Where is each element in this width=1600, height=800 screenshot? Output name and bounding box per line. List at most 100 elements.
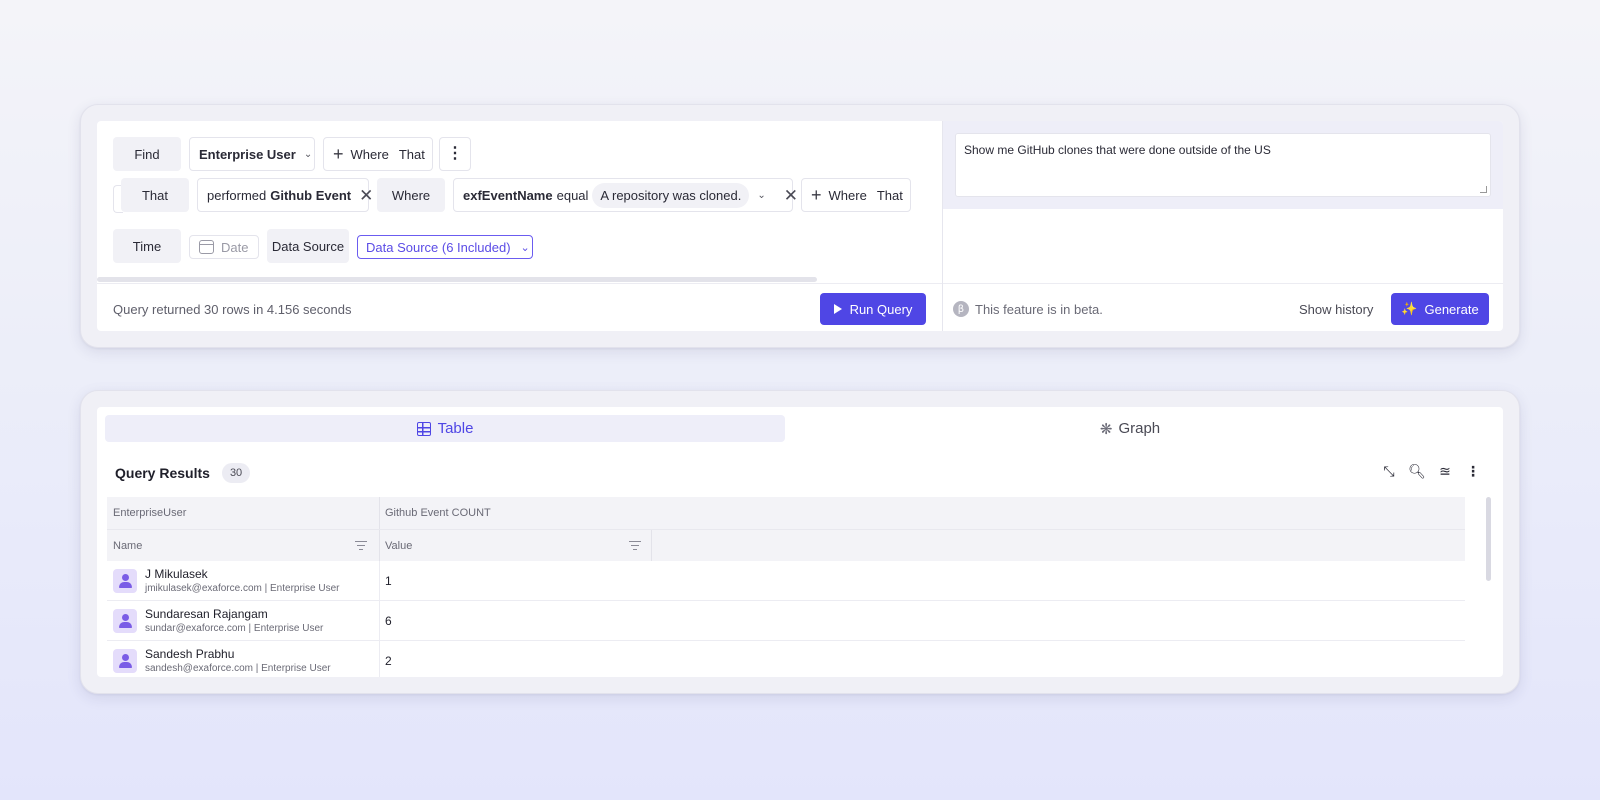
column-header-name[interactable]: Name <box>107 530 379 562</box>
table-row[interactable]: Sundaresan Rajangam sundar@exaforce.com … <box>107 601 1465 641</box>
user-name: J Mikulasek <box>145 567 208 581</box>
avatar <box>113 649 137 673</box>
user-icon <box>121 654 129 661</box>
user-icon-body <box>118 662 132 668</box>
results-title: Query Results <box>115 465 210 481</box>
filter-condition-chip[interactable]: exfEventName equal A repository was clon… <box>453 178 798 212</box>
results-count-badge: 30 <box>221 463 251 483</box>
run-query-label: Run Query <box>849 301 913 317</box>
find-label-text: Find <box>134 146 160 162</box>
user-meta: sundar@exaforce.com | Enterprise User <box>145 623 324 634</box>
action-prefix: performed <box>207 187 267 203</box>
date-picker[interactable]: Date <box>189 235 259 259</box>
plus-icon: + <box>333 144 344 164</box>
tab-graph[interactable]: ❋ Graph <box>785 415 1475 442</box>
entity-select[interactable]: Enterprise User ⌄ <box>189 137 315 171</box>
user-icon <box>121 574 129 581</box>
user-icon <box>121 614 129 621</box>
search-icon[interactable]: 🔍︎ <box>1408 464 1426 480</box>
column-header-row: Name Value <box>107 529 1465 561</box>
collapse-icon[interactable]: ⤡ <box>1381 464 1397 480</box>
beta-notice: This feature is in beta. <box>975 302 1103 317</box>
results-panel: Table ❋ Graph Query Results 30 ⤡ 🔍︎ ≊ ⋮ … <box>97 407 1503 677</box>
time-label: Time <box>113 229 181 263</box>
tab-table[interactable]: Table <box>105 415 785 442</box>
find-label: Find <box>113 137 181 171</box>
filter-icon[interactable] <box>355 541 367 551</box>
column-separator <box>651 530 652 561</box>
show-history-link[interactable]: Show history <box>1299 302 1373 317</box>
close-icon[interactable]: ✕ <box>784 187 798 204</box>
beta-icon-glyph: β <box>957 303 965 315</box>
assistant-footer: β This feature is in beta. Show history … <box>943 283 1503 331</box>
prompt-textarea[interactable]: Show me GitHub clones that were done out… <box>955 133 1491 197</box>
close-icon[interactable]: ✕ <box>359 187 373 204</box>
column-header-value[interactable]: Value <box>379 530 651 562</box>
results-card: Table ❋ Graph Query Results 30 ⤡ 🔍︎ ≊ ⋮ … <box>80 390 1520 694</box>
event-count-value: 6 <box>385 614 392 628</box>
group-header-github-count: Github Event COUNT <box>379 497 651 529</box>
user-meta: sandesh@exaforce.com | Enterprise User <box>145 663 331 674</box>
add-that-label: That <box>398 146 425 162</box>
view-tabs: Table ❋ Graph <box>105 415 1495 442</box>
action-event: Github Event <box>270 187 352 203</box>
density-icon[interactable]: ≊ <box>1437 464 1453 480</box>
graph-icon: ❋ <box>1099 419 1113 438</box>
column-separator <box>379 561 380 600</box>
add-where-that-button-2[interactable]: + Where That <box>801 178 911 212</box>
group-header-text: EnterpriseUser <box>113 507 187 519</box>
event-count-value: 2 <box>385 654 392 668</box>
resize-handle[interactable] <box>1480 186 1487 193</box>
filter-icon[interactable] <box>629 541 641 551</box>
kebab-menu-icon[interactable]: ⋮ <box>1465 464 1481 480</box>
prompt-text: Show me GitHub clones that were done out… <box>964 143 1271 157</box>
filter-field: exfEventName <box>463 187 553 203</box>
horizontal-scrollbar[interactable] <box>97 277 817 282</box>
add-where-that-button[interactable]: + Where That <box>323 137 433 171</box>
user-icon-body <box>118 582 132 588</box>
add-that-label: That <box>876 187 903 203</box>
run-query-button[interactable]: Run Query <box>820 293 926 325</box>
event-condition-chip[interactable]: performed Github Event ✕ <box>197 178 373 212</box>
entity-value: Enterprise User <box>199 146 296 162</box>
column-separator <box>379 641 380 677</box>
magic-wand-icon: ✨ <box>1401 301 1418 317</box>
group-header-text: Github Event COUNT <box>385 507 491 519</box>
vertical-scrollbar[interactable] <box>1486 497 1491 581</box>
add-where-label: Where <box>828 187 867 203</box>
calendar-icon <box>199 240 214 254</box>
that-label-text: That <box>141 187 168 203</box>
avatar <box>113 609 137 633</box>
assistant-prompt-area: Show me GitHub clones that were done out… <box>943 121 1503 209</box>
query-footer: Query returned 30 rows in 4.156 seconds … <box>97 283 942 331</box>
chevron-down-icon: ⌄ <box>520 241 530 254</box>
data-source-select[interactable]: Data Source (6 Included) ⌄ <box>357 235 533 259</box>
data-source-label-text: Data Source <box>271 238 345 254</box>
event-count-value: 1 <box>385 574 392 588</box>
tab-table-label: Table <box>437 420 474 437</box>
filter-operator: equal <box>556 187 589 203</box>
generate-button[interactable]: ✨ Generate <box>1391 293 1489 325</box>
generate-label: Generate <box>1424 301 1479 317</box>
group-header-row: EnterpriseUser Github Event COUNT <box>107 497 1465 529</box>
more-options-button[interactable]: ⋮ <box>439 137 471 171</box>
table-row[interactable]: Sandesh Prabhu sandesh@exaforce.com | En… <box>107 641 1465 677</box>
query-builder-card: Find Enterprise User ⌄ + Where That ⋮ Th… <box>80 104 1520 348</box>
group-header-enterpriseuser: EnterpriseUser <box>107 497 379 529</box>
date-placeholder: Date <box>221 239 249 255</box>
query-builder-panel: Find Enterprise User ⌄ + Where That ⋮ Th… <box>97 121 1503 331</box>
where-label: Where <box>377 178 445 212</box>
table-row[interactable]: J Mikulasek jmikulasek@exaforce.com | En… <box>107 561 1465 601</box>
results-toolbar: ⤡ 🔍︎ ≊ ⋮ <box>1381 464 1481 480</box>
column-header-text: Name <box>113 540 143 552</box>
tab-graph-label: Graph <box>1118 420 1161 437</box>
data-source-value: Data Source (6 Included) <box>366 239 511 255</box>
table-icon <box>416 421 431 436</box>
chevron-down-icon[interactable]: ⌄ <box>757 190 765 201</box>
that-label: That <box>121 178 189 212</box>
time-label-text: Time <box>132 238 162 254</box>
filter-value-pill[interactable]: A repository was cloned. <box>592 182 750 208</box>
query-status: Query returned 30 rows in 4.156 seconds <box>113 302 352 317</box>
kebab-menu-icon: ⋮ <box>447 145 463 162</box>
user-name: Sundaresan Rajangam <box>145 607 268 621</box>
